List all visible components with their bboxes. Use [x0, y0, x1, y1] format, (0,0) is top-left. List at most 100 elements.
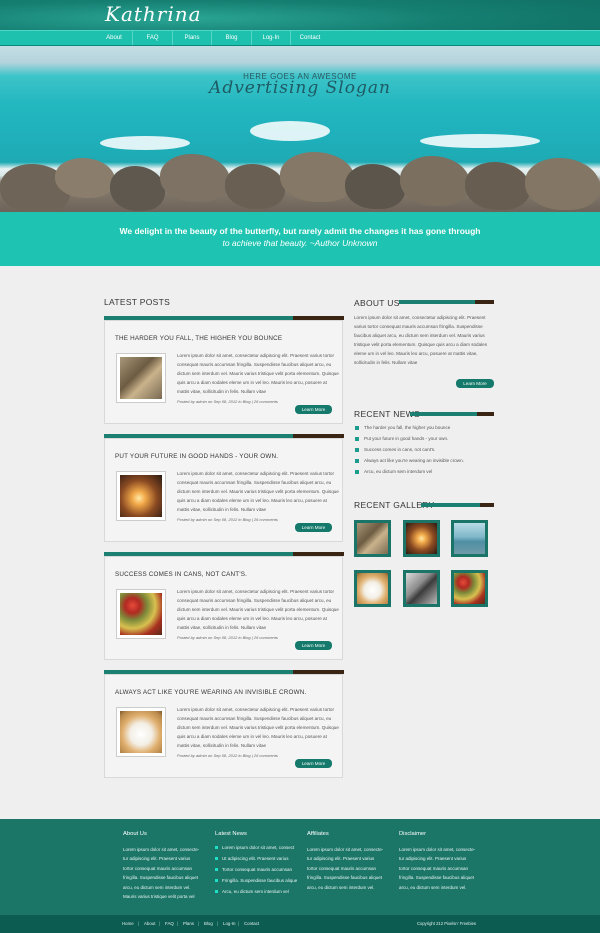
nav-item-plans[interactable]: Plans [174, 31, 210, 45]
learn-more-button[interactable]: Learn More [295, 641, 332, 650]
rock-shape [465, 162, 530, 210]
footer-news-label: Fringilla. Suspendisse faucibus alique [222, 878, 298, 883]
post-title[interactable]: THE HARDER YOU FALL, THE HIGHER YOU BOUN… [115, 335, 282, 342]
section-accent-bar [480, 503, 494, 507]
footer-news-label: Arcu, eu dictum sem interdum vel [222, 889, 289, 894]
nav-item-login[interactable]: Log-In [253, 31, 289, 45]
post-title[interactable]: PUT YOUR FUTURE IN GOOD HANDS - YOUR OWN… [115, 453, 278, 460]
nav-item-faq[interactable]: FAQ [134, 31, 171, 45]
nav-item-contact[interactable]: Contact [292, 31, 328, 45]
section-accent-bar [421, 503, 480, 507]
footer-affiliates-text: Lorem ipsum dolor sit amet, consecte- tu… [307, 847, 384, 890]
footer-news-item[interactable]: Ut adipiscing elit. Praesent varius [215, 854, 289, 864]
post-accent-bar [104, 552, 293, 556]
news-item[interactable]: Always act like you're wearing an invisi… [355, 457, 464, 465]
post-thumbnail[interactable] [116, 707, 166, 757]
footer-disclaimer-title: Disclaimer [399, 831, 427, 837]
quote-text: We delight in the beauty of the butterfl… [119, 226, 481, 236]
rock-shape [525, 158, 600, 210]
kitten-image [357, 573, 388, 604]
hero-banner: HERE GOES AN AWESOME Advertising Slogan [0, 46, 600, 212]
footer-link-separator: | [138, 921, 140, 926]
learn-more-button[interactable]: Learn More [295, 523, 332, 532]
post-title[interactable]: SUCCESS COMES IN CANS, NOT CANT'S. [115, 571, 247, 578]
post-card: SUCCESS COMES IN CANS, NOT CANT'S. Lorem… [104, 552, 344, 660]
post-accent-bar [293, 670, 344, 674]
footer-link-login[interactable]: Log-In [223, 915, 235, 933]
post-accent-bar [293, 434, 344, 438]
news-item[interactable]: Success comes in cans, not cant's. [355, 446, 435, 454]
footer-news-item[interactable]: Lorem ipsum dolor sit amet, consect [215, 843, 294, 853]
post-accent-bar [293, 316, 344, 320]
post-excerpt: Lorem ipsum dolor sit amet, consectetur … [177, 707, 339, 748]
footer-link-separator: | [217, 921, 219, 926]
gallery-thumb[interactable] [403, 520, 440, 557]
news-item-label: Always act like you're wearing an invisi… [364, 458, 464, 463]
post-thumbnail[interactable] [116, 589, 166, 639]
learn-more-button[interactable]: Learn More [295, 405, 332, 414]
about-learn-more-button[interactable]: Learn More [456, 379, 494, 388]
footer-link-blog[interactable]: Blog [204, 915, 213, 933]
post-card: PUT YOUR FUTURE IN GOOD HANDS - YOUR OWN… [104, 434, 344, 542]
footer-link-home[interactable]: Home [122, 915, 134, 933]
bullet-icon [215, 890, 218, 894]
bullet-icon [215, 857, 218, 861]
gallery-thumb[interactable] [354, 520, 391, 557]
gallery-thumb[interactable] [354, 570, 391, 607]
bullet-icon [355, 458, 359, 463]
post-excerpt: Lorem ipsum dolor sit amet, consectetur … [177, 589, 339, 630]
nav-item-blog[interactable]: Blog [213, 31, 250, 45]
news-item[interactable]: Put your future in good hands - your own… [355, 435, 448, 443]
bullet-icon [355, 436, 359, 441]
slogan-big: Advertising Slogan [209, 78, 391, 98]
main-nav: About FAQ Plans Blog Log-In Contact [0, 30, 600, 46]
footer-link-faq[interactable]: FAQ [165, 915, 174, 933]
post-excerpt: Lorem ipsum dolor sit amet, consectetur … [177, 353, 339, 394]
post-meta: Posted by admin on Sep 08, 2012 in Blog … [177, 399, 278, 404]
berries-image [454, 573, 485, 604]
nav-item-about[interactable]: About [98, 31, 130, 45]
gallery-thumb[interactable] [403, 570, 440, 607]
footer-news-label: Lorem ipsum dolor sit amet, consect [222, 845, 295, 850]
footer-link-contact[interactable]: Contact [244, 915, 259, 933]
post-accent-bar [104, 316, 293, 320]
footer-news-label: Ut adipiscing elit. Praesent varius [222, 856, 289, 861]
post-title[interactable]: ALWAYS ACT LIKE YOU'RE WEARING AN INVISI… [115, 689, 306, 696]
sunset-image [406, 523, 437, 554]
gallery-thumb[interactable] [451, 570, 488, 607]
post-thumbnail[interactable] [116, 353, 166, 403]
footer-link-plans[interactable]: Plans [183, 915, 194, 933]
footer-about-title: About Us [123, 831, 147, 837]
footer-about-text: Lorem ipsum dolor sit amet, consecte- tu… [123, 847, 200, 900]
news-item[interactable]: Arcu, eu dictum sem interdum vel [355, 468, 432, 476]
bullet-icon [215, 846, 218, 850]
post-accent-bar [104, 434, 293, 438]
site-logo[interactable]: Kathrina [105, 2, 202, 26]
footer-news-title: Latest News [215, 831, 247, 837]
rock-shape [400, 156, 470, 206]
wave-splash [420, 134, 540, 148]
news-item-label: Arcu, eu dictum sem interdum vel [364, 469, 433, 474]
bird-image [406, 573, 437, 604]
footer-news-item[interactable]: Fringilla. Suspendisse faucibus alique [215, 876, 297, 886]
nav-divider [132, 31, 133, 45]
bullet-icon [355, 425, 359, 430]
rock-shape [55, 158, 115, 198]
footer-link-separator: | [159, 921, 161, 926]
post-thumbnail[interactable] [116, 471, 166, 521]
footer-news-item[interactable]: Tortor consequat mauris accumsan [215, 865, 292, 875]
berries-image [120, 593, 162, 635]
post-excerpt: Lorem ipsum dolor sit amet, consectetur … [177, 471, 339, 512]
news-item[interactable]: The harder you fall, the higher you boun… [355, 424, 450, 432]
section-accent-bar [477, 412, 494, 416]
learn-more-button[interactable]: Learn More [295, 759, 332, 768]
seashell-image [120, 357, 162, 399]
copyright-text: Copyright 212 Pixelsn' Freebies [417, 921, 476, 926]
post-card: THE HARDER YOU FALL, THE HIGHER YOU BOUN… [104, 316, 344, 424]
bullet-icon [215, 879, 218, 883]
rock-shape [110, 166, 165, 211]
footer-link-about[interactable]: About [144, 915, 155, 933]
rock-shape [160, 154, 230, 202]
gallery-thumb[interactable] [451, 520, 488, 557]
footer-news-item[interactable]: Arcu, eu dictum sem interdum vel [215, 887, 289, 897]
